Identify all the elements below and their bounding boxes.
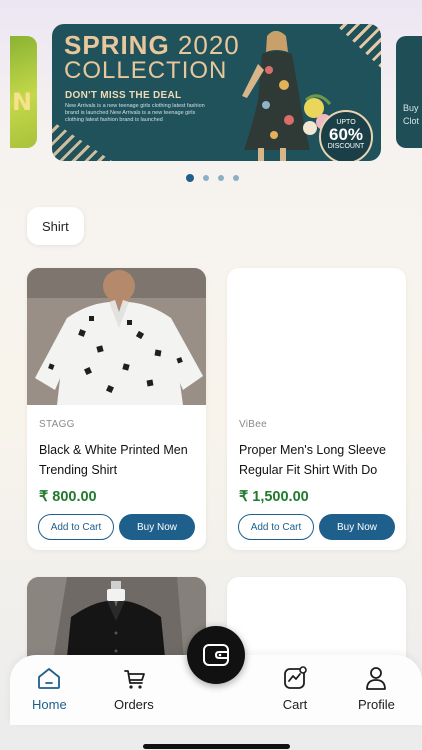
nav-item-home[interactable]: Home	[32, 665, 67, 712]
product-price: ₹ 1,500.00	[239, 489, 309, 505]
next-banner-text: Buy Clot	[403, 103, 420, 126]
wallet-button[interactable]	[187, 626, 245, 684]
carousel-dot[interactable]	[186, 174, 194, 182]
banner-tagline: DON'T MISS THE DEAL	[65, 90, 182, 101]
nav-item-orders[interactable]: Orders	[114, 665, 154, 712]
discount-badge-bottom: DISCOUNT	[327, 143, 365, 150]
product-price: ₹ 800.00	[39, 489, 97, 505]
product-name[interactable]: Black & White Printed Men Trending Shirt	[39, 440, 201, 480]
wallet-icon	[203, 644, 229, 666]
carousel-dot[interactable]	[203, 175, 209, 181]
nav-item-cart[interactable]: Cart	[282, 665, 308, 712]
spring-collection-banner[interactable]: SPRING 2020 COLLECTION DON'T MISS THE DE…	[52, 24, 381, 161]
nav-label-profile: Profile	[358, 697, 395, 712]
product-name[interactable]: Proper Men's Long Sleeve Regular Fit Shi…	[239, 440, 401, 480]
previous-banner-text: N	[12, 88, 33, 116]
add-to-cart-button[interactable]: Add to Cart	[38, 514, 114, 540]
orders-icon	[123, 670, 145, 689]
carousel-dot[interactable]	[218, 175, 224, 181]
nav-label-home: Home	[32, 697, 67, 712]
nav-label-orders: Orders	[114, 697, 154, 712]
product-brand: ViBee	[239, 419, 268, 430]
banner-title-bold: SPRING	[64, 30, 170, 60]
discount-badge: UPTO 60% DISCOUNT	[319, 110, 373, 161]
nav-item-profile[interactable]: Profile	[358, 665, 395, 712]
nav-label-cart: Cart	[282, 697, 308, 712]
next-banner-peek[interactable]: Buy Clot	[396, 36, 422, 148]
product-brand: STAGG	[39, 419, 75, 430]
banner-carousel[interactable]: N SPRING 2020 COLLECTION DON'T MISS THE …	[0, 22, 422, 162]
carousel-pagination	[186, 174, 239, 182]
banner-subtitle: COLLECTION	[64, 57, 228, 84]
cart-icon	[284, 666, 307, 689]
add-to-cart-button[interactable]: Add to Cart	[238, 514, 314, 540]
carousel-dot[interactable]	[233, 175, 239, 181]
buy-now-button[interactable]: Buy Now	[119, 514, 195, 540]
product-image-placeholder[interactable]	[227, 268, 406, 405]
product-photo-printed-shirt	[27, 268, 206, 405]
home-indicator	[143, 744, 290, 749]
banner-stripes-decoration-top	[335, 24, 381, 68]
product-card[interactable]: STAGG Black & White Printed Men Trending…	[27, 268, 206, 550]
buy-now-button[interactable]: Buy Now	[319, 514, 395, 540]
category-chip-shirt[interactable]: Shirt	[27, 207, 84, 245]
profile-icon	[366, 667, 387, 690]
banner-stripes-decoration	[52, 121, 112, 161]
product-card[interactable]: ViBee Proper Men's Long Sleeve Regular F…	[227, 268, 406, 550]
product-image[interactable]	[27, 268, 206, 405]
previous-banner-peek[interactable]: N	[10, 36, 37, 148]
banner-model-image	[242, 31, 332, 161]
discount-badge-value: 60%	[328, 125, 364, 144]
banner-blurb: New Arrivals is a new teenage girls clot…	[65, 103, 205, 123]
home-icon	[38, 668, 61, 689]
